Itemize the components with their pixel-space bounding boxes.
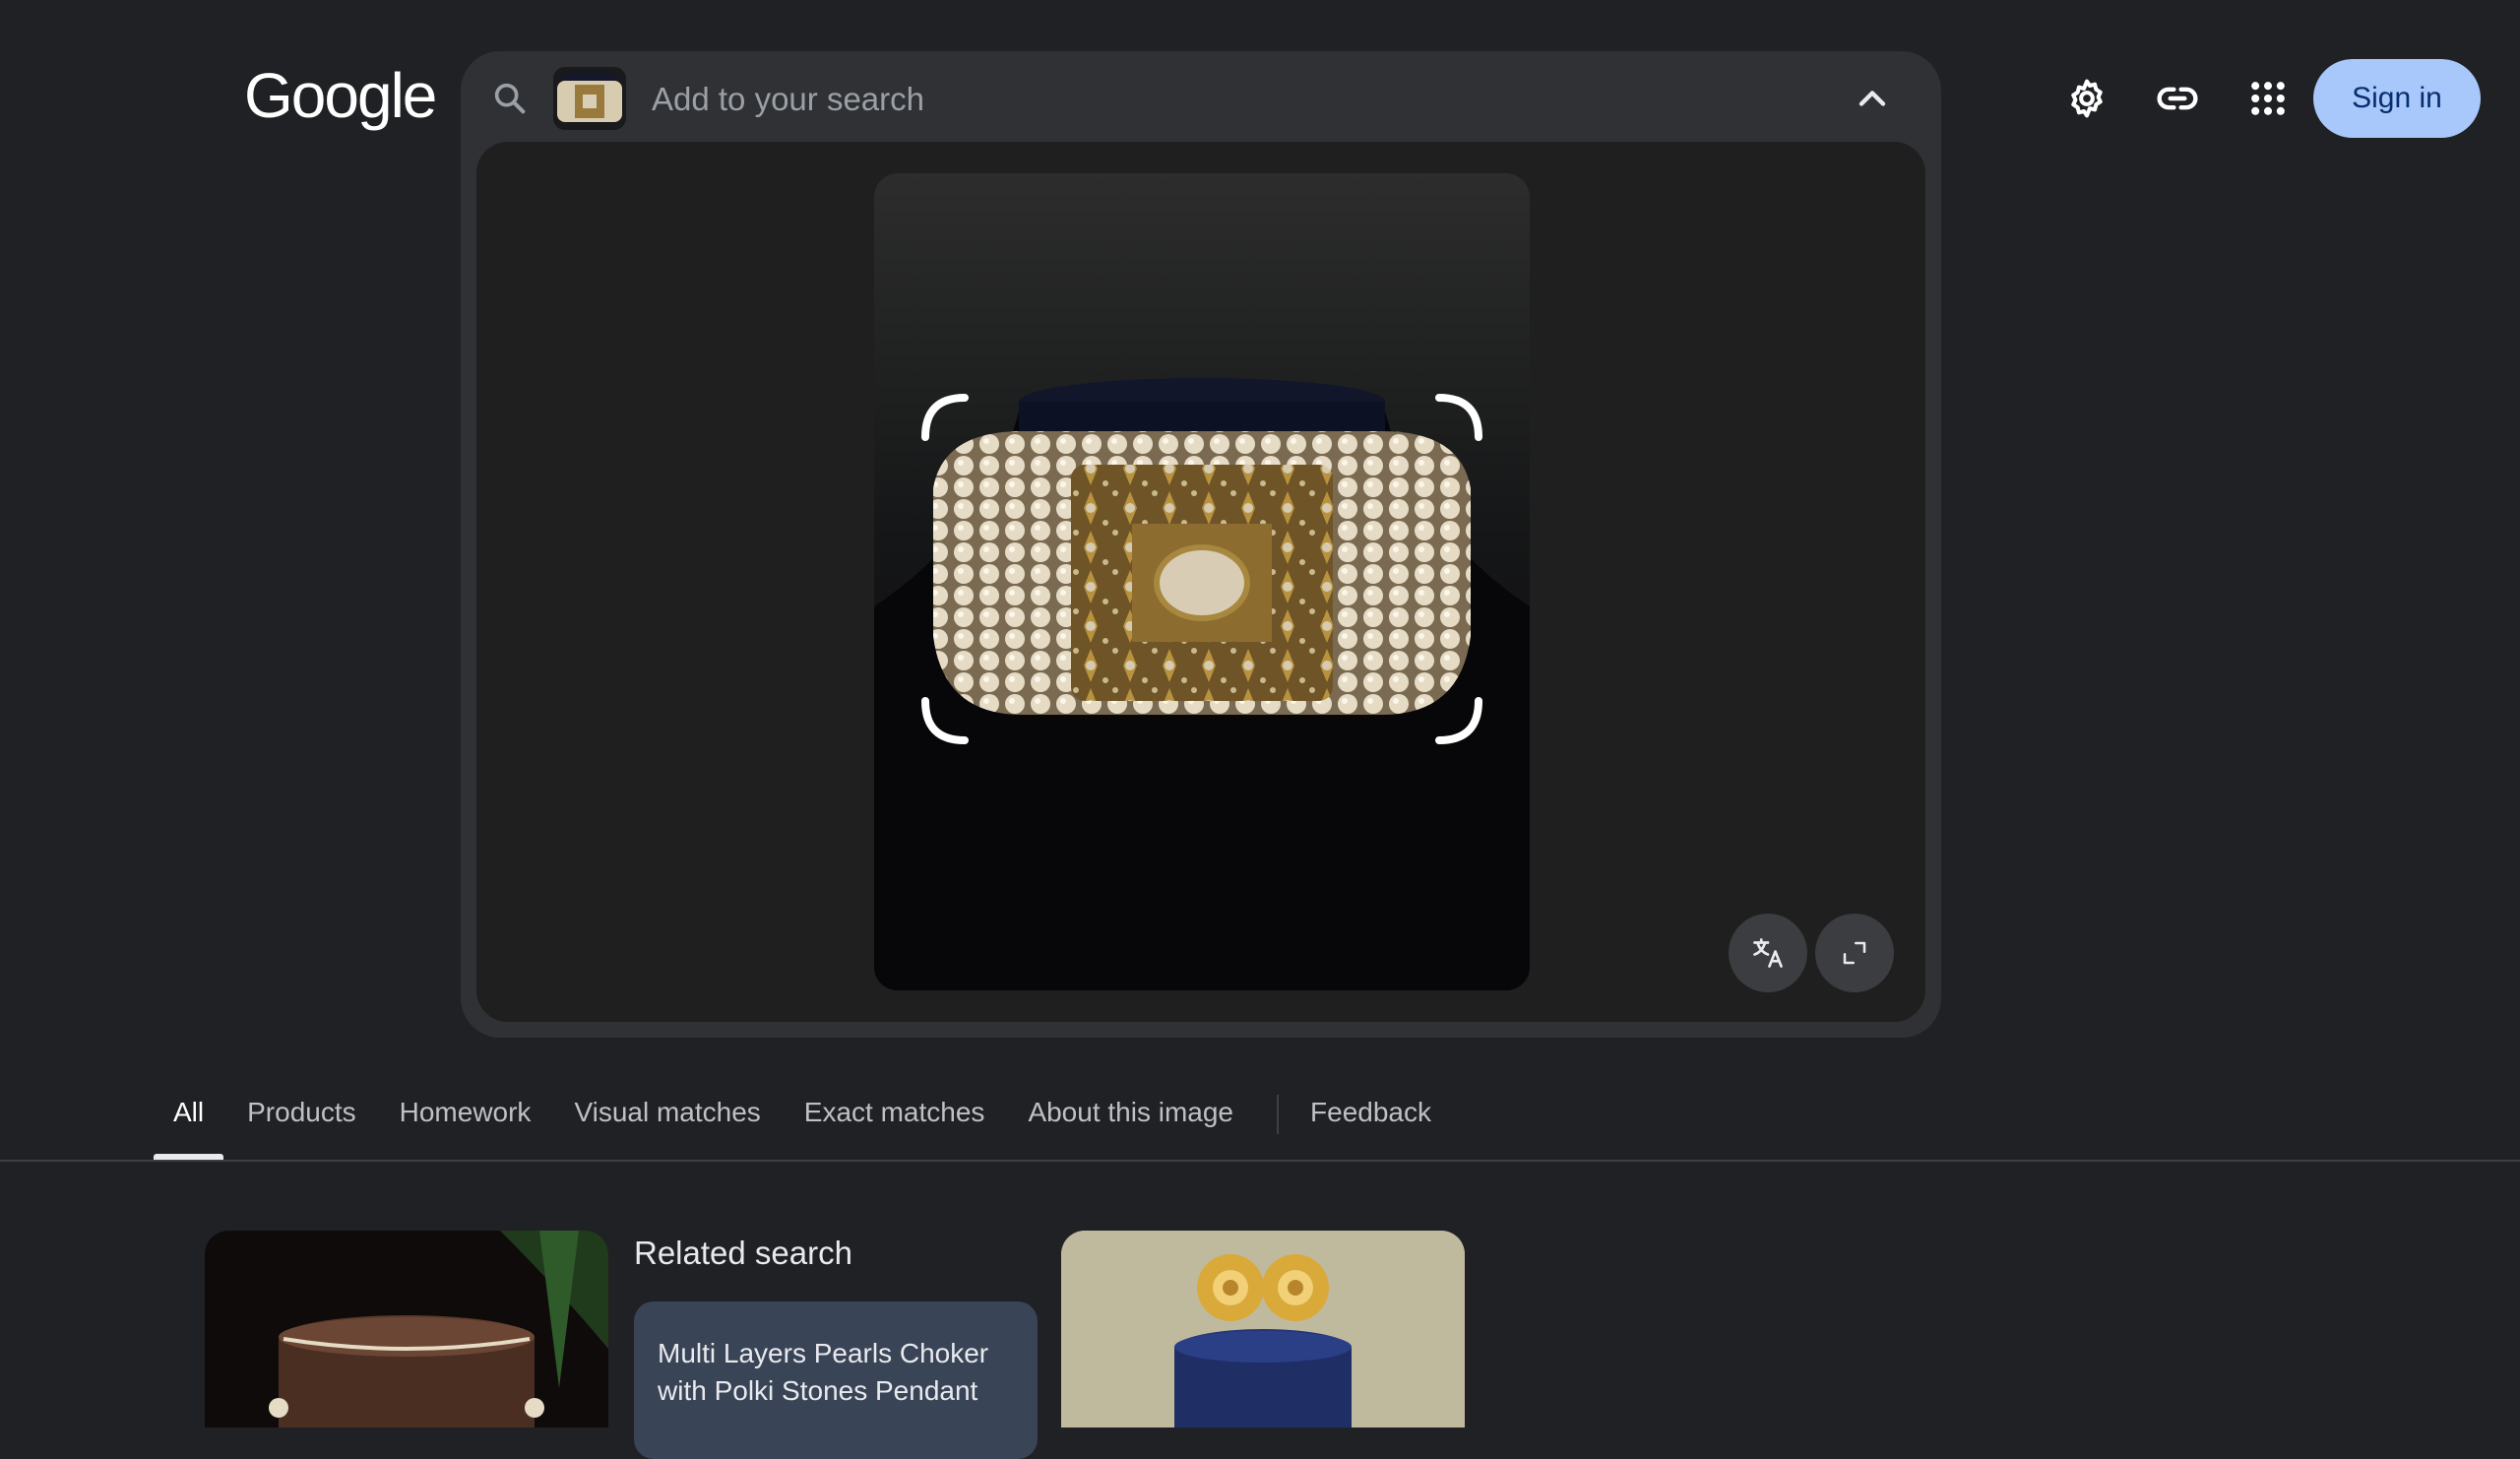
search-input[interactable] xyxy=(650,73,1687,126)
link-icon[interactable] xyxy=(2156,77,2199,120)
translate-button[interactable] xyxy=(1729,914,1807,992)
tab-homework[interactable]: Homework xyxy=(400,1083,532,1156)
apps-grid-icon[interactable] xyxy=(2246,77,2290,120)
tab-about-this-image[interactable]: About this image xyxy=(1028,1083,1233,1156)
tab-feedback[interactable]: Feedback xyxy=(1310,1083,1431,1156)
sign-in-button[interactable]: Sign in xyxy=(2313,59,2481,138)
results-tabs: All Products Homework Visual matches Exa… xyxy=(153,1083,1475,1162)
gear-icon[interactable] xyxy=(2065,77,2109,120)
image-preview-panel xyxy=(476,142,1925,1022)
tabs-divider-line xyxy=(0,1160,2520,1162)
expand-icon xyxy=(1843,941,1866,965)
tab-visual-matches[interactable]: Visual matches xyxy=(574,1083,760,1156)
tab-exact-matches[interactable]: Exact matches xyxy=(804,1083,985,1156)
tab-divider xyxy=(1277,1095,1280,1134)
translate-icon xyxy=(1753,938,1783,968)
chevron-up-icon[interactable] xyxy=(1851,77,1894,120)
tab-all[interactable]: All xyxy=(153,1083,224,1160)
related-search-card[interactable]: Multi Layers Pearls Choker with Polki St… xyxy=(634,1301,1038,1459)
search-box xyxy=(461,51,1941,1038)
search-icon[interactable] xyxy=(490,79,530,118)
result-image-card[interactable] xyxy=(1061,1231,1465,1427)
expand-button[interactable] xyxy=(1815,914,1894,992)
result-image-card[interactable] xyxy=(205,1231,608,1427)
google-logo[interactable]: Google xyxy=(244,59,437,132)
tab-products[interactable]: Products xyxy=(247,1083,356,1156)
search-image-thumbnail[interactable] xyxy=(553,67,626,130)
related-search-title: Related search xyxy=(634,1235,852,1271)
uploaded-image[interactable] xyxy=(874,173,1530,990)
